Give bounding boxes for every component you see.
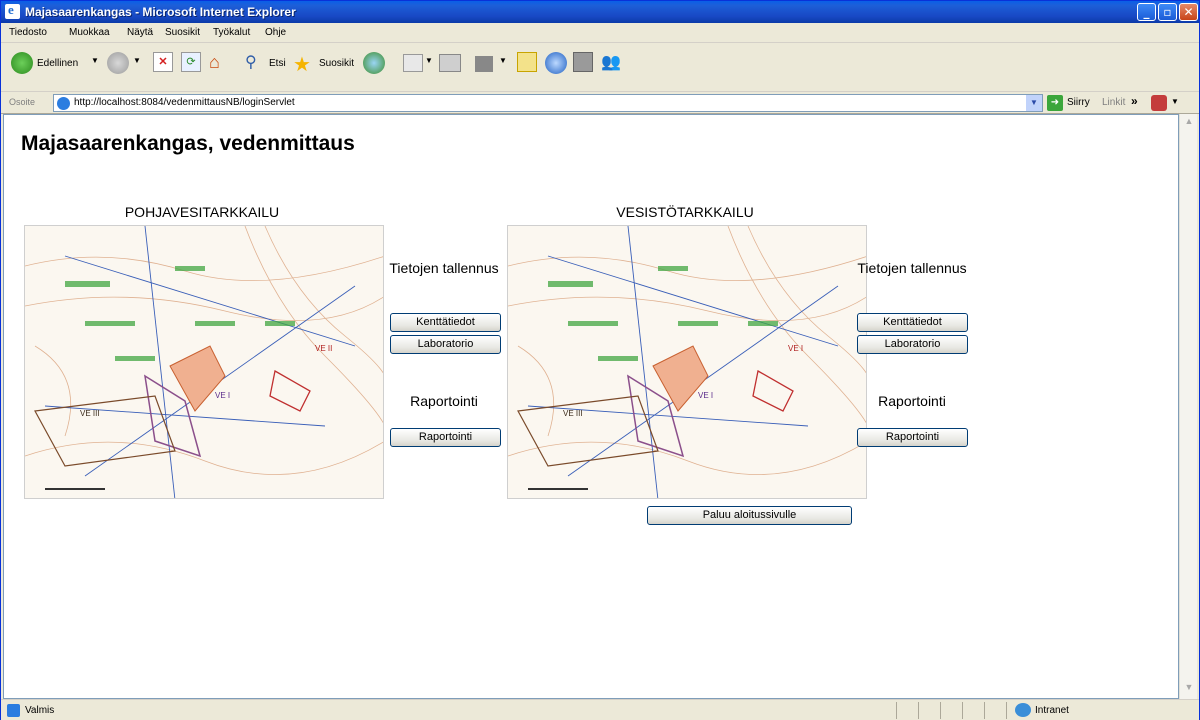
address-label: Osoite [9, 97, 36, 107]
data-entry-label: Tietojen tallennus [857, 260, 967, 276]
reporting-button[interactable]: Raportointi [857, 428, 968, 447]
data-entry-label: Tietojen tallennus [389, 260, 499, 276]
favorites-label[interactable]: Suosikit [319, 58, 354, 82]
status-panel [918, 702, 940, 719]
field-data-button[interactable]: Kenttätiedot [390, 313, 501, 332]
research-icon[interactable] [573, 52, 593, 72]
favorites-star-icon[interactable]: ★ [293, 52, 315, 76]
surface-water-heading: VESISTÖTARKKAILU [616, 204, 754, 220]
address-bar: Osoite http://localhost:8084/vedenmittau… [1, 92, 1199, 114]
status-text: Valmis [25, 705, 55, 716]
edit-dropdown-icon[interactable]: ▼ [499, 56, 507, 80]
close-button[interactable]: ✕ [1179, 3, 1198, 21]
address-url[interactable]: http://localhost:8084/vedenmittausNB/log… [74, 97, 295, 108]
go-button[interactable]: Siirry [1067, 97, 1090, 108]
laboratory-button[interactable]: Laboratorio [390, 335, 501, 354]
mail-dropdown-icon[interactable]: ▼ [425, 56, 433, 80]
contacts-icon[interactable]: 👥 [601, 52, 623, 72]
status-panel [896, 702, 918, 719]
back-arrow-icon[interactable] [11, 52, 33, 74]
forward-arrow-icon[interactable] [107, 52, 129, 74]
scroll-up-icon[interactable]: ▲ [1182, 116, 1196, 130]
menu-nayta[interactable]: Näytä [127, 27, 153, 38]
title-bar[interactable]: Majasaarenkangas - Microsoft Internet Ex… [1, 1, 1199, 23]
refresh-icon[interactable]: ⟳ [181, 52, 201, 72]
menu-tiedosto[interactable]: Tiedosto [9, 27, 47, 38]
status-bar: Valmis Intranet [1, 699, 1199, 720]
standard-toolbar: Edellinen ▼ ▼ ✕ ⟳ ⌂ ⚲ Etsi ★ Suosikit ▼ … [1, 44, 1199, 92]
scroll-down-icon[interactable]: ▼ [1182, 682, 1196, 696]
laboratory-button[interactable]: Laboratorio [857, 335, 968, 354]
menu-suosikit[interactable]: Suosikit [165, 27, 200, 38]
go-arrow-icon[interactable]: ➜ [1047, 95, 1063, 111]
menu-ohje[interactable]: Ohje [265, 27, 286, 38]
return-home-button[interactable]: Paluu aloitussivulle [647, 506, 852, 525]
field-data-button[interactable]: Kenttätiedot [857, 313, 968, 332]
map-label: VE I [215, 391, 230, 400]
back-dropdown-icon[interactable]: ▼ [91, 56, 99, 80]
groundwater-heading: POHJAVESITARKKAILU [124, 204, 280, 220]
address-dropdown-icon[interactable]: ▼ [1026, 95, 1042, 111]
intranet-icon [1015, 703, 1031, 717]
vertical-scrollbar[interactable]: ▲ ▼ [1179, 114, 1197, 699]
page-done-icon [7, 704, 20, 717]
surface-water-map-image: VE I VE I VE III [507, 225, 867, 499]
messenger-icon[interactable] [545, 52, 567, 74]
mail-icon[interactable] [403, 54, 423, 72]
reporting-label: Raportointi [878, 393, 946, 409]
forward-dropdown-icon[interactable]: ▼ [133, 56, 141, 80]
menu-bar: Tiedosto Muokkaa Näytä Suosikit Työkalut… [1, 23, 1199, 61]
menu-muokkaa[interactable]: Muokkaa [69, 27, 110, 38]
map-label: VE III [80, 409, 100, 418]
page-title: Majasaarenkangas, vedenmittaus [21, 132, 355, 155]
status-panel [940, 702, 962, 719]
browser-window: Majasaarenkangas - Microsoft Internet Ex… [0, 0, 1200, 720]
map-label: VE III [563, 409, 583, 418]
address-input[interactable]: http://localhost:8084/vedenmittausNB/log… [53, 94, 1043, 112]
map-label: VE II [315, 344, 332, 353]
reporting-label: Raportointi [410, 393, 478, 409]
security-zone: Intranet [1035, 705, 1069, 716]
links-chevron-icon[interactable]: » [1131, 94, 1138, 108]
site-map-drawing: VE II VE I VE III [25, 226, 383, 498]
window-title: Majasaarenkangas - Microsoft Internet Ex… [25, 5, 296, 19]
ie-icon [5, 2, 20, 19]
print-icon[interactable] [439, 54, 461, 72]
reporting-button[interactable]: Raportointi [390, 428, 501, 447]
status-panel [984, 702, 1006, 719]
page-icon [57, 97, 70, 110]
groundwater-map-image: VE II VE I VE III [24, 225, 384, 499]
edit-icon[interactable] [475, 56, 493, 72]
search-label[interactable]: Etsi [269, 58, 286, 82]
page-content: Majasaarenkangas, vedenmittaus POHJAVESI… [3, 114, 1179, 699]
history-icon[interactable] [363, 52, 385, 74]
map-label: VE I [788, 344, 803, 353]
site-map-drawing: VE I VE I VE III [508, 226, 866, 498]
menu-tyokalut[interactable]: Työkalut [213, 27, 250, 38]
search-icon[interactable]: ⚲ [245, 52, 265, 72]
stop-icon[interactable]: ✕ [153, 52, 173, 72]
extension-dropdown-icon[interactable]: ▼ [1171, 97, 1179, 106]
minimize-button[interactable]: _ [1137, 3, 1156, 21]
links-label[interactable]: Linkit [1102, 97, 1125, 108]
extension-icon[interactable] [1151, 95, 1167, 111]
back-label[interactable]: Edellinen [37, 58, 78, 82]
map-label: VE I [698, 391, 713, 400]
status-panel [962, 702, 984, 719]
note-icon[interactable] [517, 52, 537, 72]
maximize-button[interactable]: ▫ [1158, 3, 1177, 21]
home-icon[interactable]: ⌂ [209, 52, 231, 72]
